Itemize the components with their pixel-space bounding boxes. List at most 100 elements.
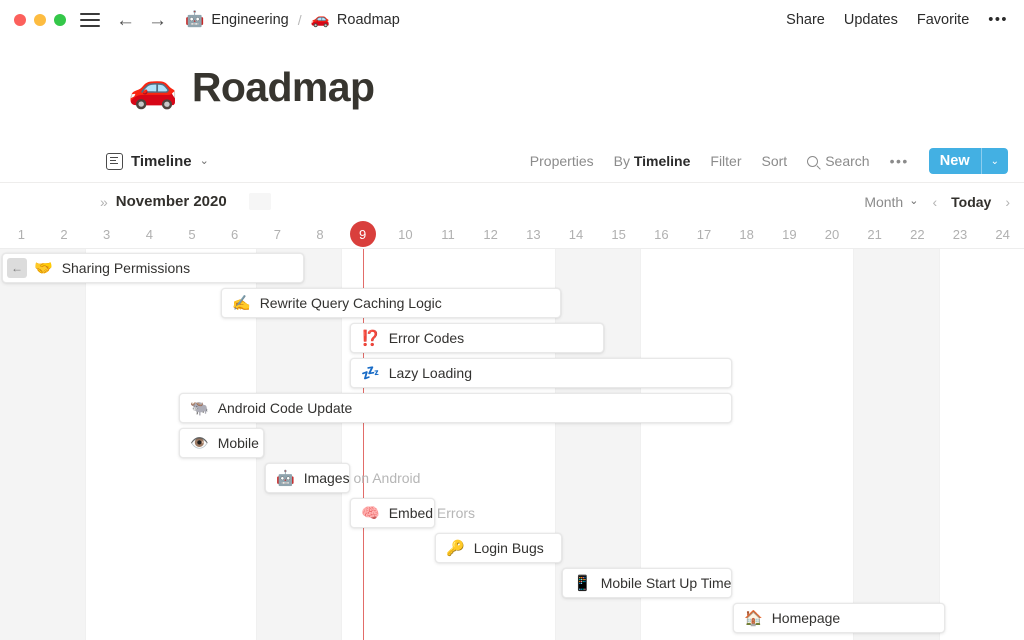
timeline-card-content: 🔑 Login Bugs [436,534,544,562]
month-nav-left: » November 2020 [100,193,271,210]
today-marker: 9 [349,221,376,247]
zoom-level-label: Month [864,193,904,210]
chevron-down-icon: ⌄ [909,195,919,207]
continues-left-arrow-icon[interactable]: ← [7,258,27,278]
timeline-card-label: Sharing Permissions [61,260,191,276]
prev-period-icon[interactable]: ‹ [932,194,937,210]
window-actions: Share Updates Favorite ••• [786,12,1008,28]
chevron-down-icon: ⌄ [199,154,209,167]
car-icon[interactable]: 🚗 [128,68,178,108]
day-tick-11[interactable]: 11 [427,220,470,248]
day-tick-4[interactable]: 4 [128,220,171,248]
timeline-card-emoji-icon: 🏠 [744,609,763,627]
timeline-card-content: ⁉️ Error Codes [351,324,464,352]
hamburger-menu-icon[interactable] [80,13,100,27]
updates-button[interactable]: Updates [844,12,898,28]
share-button[interactable]: Share [786,12,825,28]
timeline-card-emoji-icon: ⁉️ [361,329,380,347]
day-tick-8[interactable]: 8 [299,220,342,248]
properties-button[interactable]: Properties [530,153,594,169]
day-tick-9[interactable]: 9 [341,220,384,248]
day-tick-22[interactable]: 22 [896,220,939,248]
day-tick-1[interactable]: 1 [0,220,43,248]
day-tick-17[interactable]: 17 [683,220,726,248]
group-by-value: Timeline [633,153,691,169]
search-label: Search [825,153,870,169]
more-options-icon[interactable]: ••• [988,12,1008,28]
breadcrumb-separator: / [297,12,302,28]
day-tick-14[interactable]: 14 [555,220,598,248]
day-tick-13[interactable]: 13 [512,220,555,248]
group-by-prefix: By [613,153,630,169]
filter-button[interactable]: Filter [710,153,741,169]
timeline-card-content: 🤖 Images on Android [266,464,420,492]
day-tick-19[interactable]: 19 [768,220,811,248]
back-arrow-icon[interactable]: ← [116,11,135,30]
day-tick-16[interactable]: 16 [640,220,683,248]
timeline-card-emoji-icon: 🔑 [446,539,465,557]
timeline-card-emoji-icon: 🤖 [276,469,295,487]
timeline-card-label-overflow: Errors [433,505,476,521]
day-tick-20[interactable]: 20 [811,220,854,248]
day-tick-5[interactable]: 5 [171,220,214,248]
timeline-card-emoji-icon: 🧠 [361,504,380,522]
timeline-card[interactable]: ⁉️ Error Codes [350,323,604,353]
timeline-card[interactable]: 🔑 Login Bugs [435,533,562,563]
timeline-card[interactable]: 📱 Mobile Start Up Time [562,568,732,598]
zoom-level-selector[interactable]: Month ⌄ [864,194,918,210]
timeline-view-icon [106,152,123,170]
toolbar-actions: Properties By Timeline Filter Sort Searc… [530,148,1008,174]
day-tick-15[interactable]: 15 [597,220,640,248]
maximize-window-button[interactable] [54,14,66,26]
breadcrumb: 🤖 Engineering / 🚗 Roadmap [185,12,400,28]
new-button[interactable]: New [928,148,981,174]
breadcrumb-item-engineering[interactable]: 🤖 Engineering [185,12,289,28]
view-selector-timeline[interactable]: Timeline ⌄ [106,152,209,170]
timeline-card[interactable]: ← 🤝 Sharing Permissions [2,253,304,283]
timeline-card[interactable]: 💤 Lazy Loading [350,358,732,388]
day-tick-6[interactable]: 6 [213,220,256,248]
timeline-card-label-overflow: on Android [349,470,421,486]
minimize-window-button[interactable] [34,14,46,26]
timeline-card-label: Lazy Loading [388,365,472,381]
timeline-card[interactable]: 🤖 Images on Android [265,463,420,493]
timeline-card[interactable]: 🐃 Android Code Update [179,393,732,423]
timeline-card[interactable]: ✍️ Rewrite Query Caching Logic [221,288,561,318]
day-tick-2[interactable]: 2 [43,220,86,248]
group-by-button[interactable]: By Timeline [614,153,691,169]
timeline-card-content: ✍️ Rewrite Query Caching Logic [222,289,442,317]
forward-arrow-icon[interactable]: → [148,11,167,30]
day-tick-3[interactable]: 3 [85,220,128,248]
timeline-card-label: Rewrite Query Caching Logic [259,295,442,311]
decorative-placeholder [248,193,271,210]
timeline-card-emoji-icon: 🐃 [190,399,209,417]
timeline-card-label: Mobile Start Up Time [600,575,731,591]
sort-button[interactable]: Sort [762,153,788,169]
favorite-button[interactable]: Favorite [917,12,969,28]
day-tick-21[interactable]: 21 [853,220,896,248]
timeline-card-content: 📱 Mobile Start Up Time [563,569,731,597]
timeline-card-emoji-icon: 📱 [573,574,592,592]
day-tick-7[interactable]: 7 [256,220,299,248]
timeline-card-emoji-icon: 💤 [361,364,380,382]
grid-line [85,249,87,640]
page-title-text[interactable]: Roadmap [192,64,375,111]
search-button[interactable]: Search [807,153,870,169]
breadcrumb-item-roadmap[interactable]: 🚗 Roadmap [311,12,400,28]
toolbar-more-icon[interactable]: ••• [890,153,909,169]
next-period-icon[interactable]: › [1005,194,1010,210]
timeline-card[interactable]: 🏠 Homepage [733,603,945,633]
timeline-board[interactable]: ← 🤝 Sharing Permissions ✍️ Rewrite Query Cac… [0,248,1024,640]
expand-sidebar-icon[interactable]: » [100,194,108,210]
day-tick-24[interactable]: 24 [981,220,1024,248]
close-window-button[interactable] [14,14,26,26]
day-tick-23[interactable]: 23 [939,220,982,248]
day-tick-18[interactable]: 18 [725,220,768,248]
timeline-card[interactable]: 🧠 Embed Errors [350,498,475,528]
timeline-card[interactable]: 👁️ Mobile [179,428,264,458]
day-tick-12[interactable]: 12 [469,220,512,248]
timeline-card-label: Login Bugs [473,540,544,556]
new-button-dropdown-icon[interactable]: ⌄ [981,148,1008,174]
today-button[interactable]: Today [951,194,991,210]
day-tick-10[interactable]: 10 [384,220,427,248]
